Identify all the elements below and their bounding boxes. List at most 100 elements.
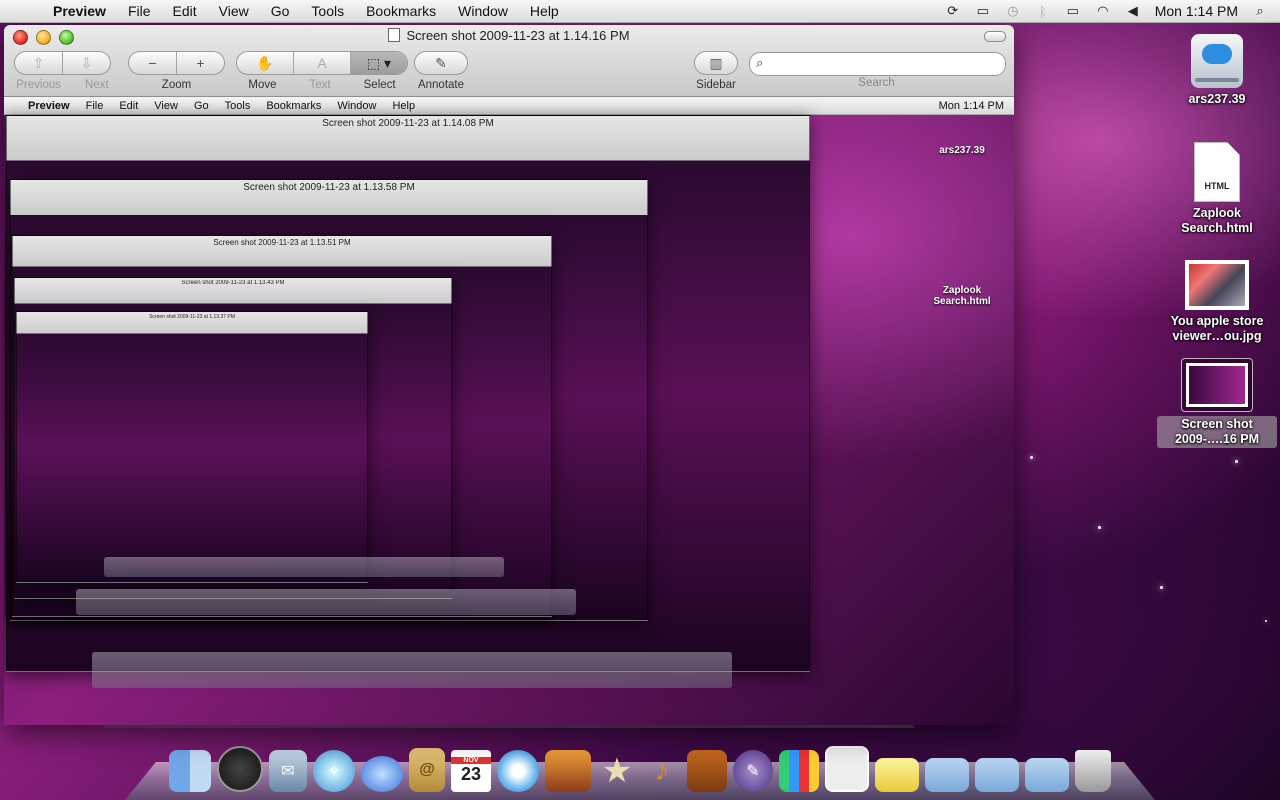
desktop-icon-label: You apple store viewer…ou.jpg bbox=[1170, 314, 1264, 343]
sidebar-label: Sidebar bbox=[696, 79, 736, 91]
nested-menu-tools: Tools bbox=[224, 99, 251, 112]
desktop-icon-label: ars237.39 bbox=[1188, 92, 1246, 106]
pages-icon[interactable]: ✎ bbox=[733, 750, 773, 792]
nested-menu-help: Help bbox=[392, 99, 416, 112]
nested-menu-file: File bbox=[85, 99, 104, 112]
ichat-icon[interactable] bbox=[361, 756, 403, 792]
zoom-out-button[interactable]: − bbox=[129, 52, 177, 74]
numbers-icon[interactable] bbox=[779, 750, 819, 792]
desktop-icon-screenshot[interactable]: Screen shot 2009-….16 PM bbox=[1157, 358, 1277, 448]
ical-icon[interactable]: NOV 23 bbox=[451, 750, 491, 792]
desktop-icon-drive[interactable]: ars237.39 bbox=[1157, 34, 1277, 107]
menu-view[interactable]: View bbox=[208, 3, 260, 19]
mail-icon[interactable]: ✉ bbox=[269, 750, 307, 792]
text-tool-button[interactable]: A bbox=[294, 52, 351, 74]
annotate-label: Annotate bbox=[417, 79, 465, 91]
desktop-icon-html[interactable]: HTML Zaplook Search.html bbox=[1157, 142, 1277, 236]
nested-menu-clock: Mon 1:14 PM bbox=[938, 99, 1004, 112]
menu-tools[interactable]: Tools bbox=[300, 3, 355, 19]
nested-window-5: Screen shot 2009-11-23 at 1.13.37 PM bbox=[16, 311, 368, 583]
nested-window-title: Screen shot 2009-11-23 at 1.13.37 PM bbox=[149, 314, 235, 320]
next-button[interactable]: ⇩ bbox=[63, 52, 110, 74]
nested-window-title: Screen shot 2009-11-23 at 1.14.08 PM bbox=[322, 118, 494, 129]
volume-icon[interactable]: ◀ bbox=[1125, 3, 1141, 18]
nav-group: ⇧ ⇩ Previous Next bbox=[14, 51, 111, 91]
folder-icon[interactable] bbox=[1025, 758, 1069, 792]
sidebar-group: ▥ Sidebar bbox=[694, 51, 738, 91]
nested-window-title: Screen shot 2009-11-23 at 1.13.51 PM bbox=[213, 238, 351, 247]
nested-window-title: Screen shot 2009-11-23 at 1.13.58 PM bbox=[243, 182, 415, 193]
time-machine-icon[interactable]: ◷ bbox=[1005, 3, 1021, 18]
search-input[interactable]: ⌕ bbox=[749, 52, 1006, 76]
annotate-group: ✎ Annotate bbox=[414, 51, 468, 91]
address-book-icon[interactable]: @ bbox=[409, 748, 445, 792]
nested-menu-app: Preview bbox=[28, 99, 70, 112]
html-file-icon: HTML bbox=[1194, 142, 1240, 202]
menu-window[interactable]: Window bbox=[447, 3, 519, 19]
nested-menu-window: Window bbox=[337, 99, 377, 112]
desktop-icon-label: Zaplook Search.html bbox=[1181, 206, 1253, 235]
nested-menu-bar: Preview File Edit View Go Tools Bookmark… bbox=[4, 97, 1014, 115]
sync-icon[interactable]: ⟳ bbox=[945, 3, 961, 18]
downloads-folder-icon[interactable] bbox=[875, 758, 919, 792]
photo-thumbnail-icon bbox=[1185, 260, 1249, 310]
preview-icon[interactable] bbox=[825, 746, 869, 792]
desktop-icon-photo[interactable]: You apple store viewer…ou.jpg bbox=[1157, 260, 1277, 344]
previous-button[interactable]: ⇧ bbox=[15, 52, 63, 74]
search-label: Search bbox=[858, 77, 895, 89]
nested-menu-go: Go bbox=[193, 99, 209, 112]
tools-group: ✋ A ⬚ ▾ Move Text Select bbox=[236, 51, 408, 91]
menu-file[interactable]: File bbox=[117, 3, 162, 19]
itunes-icon[interactable]: ♫ bbox=[497, 750, 539, 792]
applications-folder-icon[interactable] bbox=[925, 758, 969, 792]
previous-label: Previous bbox=[16, 79, 62, 91]
move-tool-button[interactable]: ✋ bbox=[237, 52, 294, 74]
nested-window-title: Screen shot 2009-11-23 at 1.13.43 PM bbox=[181, 280, 285, 286]
spotlight-icon[interactable]: ⌕ bbox=[1252, 3, 1268, 18]
sidebar-button[interactable]: ▥ bbox=[695, 52, 737, 74]
screenshot-content: Preview File Edit View Go Tools Bookmark… bbox=[4, 97, 1014, 725]
move-label: Move bbox=[248, 79, 277, 91]
search-icon: ⌕ bbox=[756, 55, 764, 70]
toolbar-toggle-button[interactable] bbox=[984, 31, 1006, 42]
nested-menu-view: View bbox=[154, 99, 178, 112]
keynote-icon[interactable] bbox=[687, 750, 727, 792]
select-tool-button[interactable]: ⬚ ▾ bbox=[351, 52, 407, 74]
documents-folder-icon[interactable] bbox=[975, 758, 1019, 792]
screenshot-thumbnail-icon bbox=[1186, 363, 1248, 407]
nested-menu-edit: Edit bbox=[119, 99, 139, 112]
finder-icon[interactable] bbox=[169, 750, 211, 792]
next-label: Next bbox=[85, 79, 109, 91]
bluetooth-icon[interactable]: ᛒ bbox=[1035, 4, 1051, 19]
dashboard-icon[interactable] bbox=[217, 746, 263, 792]
imovie-icon[interactable]: ★ bbox=[597, 750, 637, 792]
window-titlebar[interactable]: Screen shot 2009-11-23 at 1.14.16 PM ⇧ ⇩… bbox=[4, 25, 1014, 97]
menu-bar: Preview File Edit View Go Tools Bookmark… bbox=[0, 0, 1280, 23]
dock: ✉ ✧ @ NOV 23 ♫ ★ ♪ ✎ bbox=[125, 730, 1155, 800]
iphoto-icon[interactable] bbox=[545, 750, 591, 792]
menu-help[interactable]: Help bbox=[519, 3, 570, 19]
drive-icon bbox=[1191, 34, 1243, 88]
nested-desktop-label: ars237.39 bbox=[939, 145, 985, 156]
menu-bookmarks[interactable]: Bookmarks bbox=[355, 3, 447, 19]
zoom-in-button[interactable]: + bbox=[177, 52, 224, 74]
annotate-button[interactable]: ✎ bbox=[415, 52, 467, 74]
nested-dock bbox=[76, 589, 576, 615]
zoom-label: Zoom bbox=[161, 79, 192, 91]
trash-icon[interactable] bbox=[1075, 750, 1111, 792]
garageband-icon[interactable]: ♪ bbox=[643, 750, 681, 792]
wifi-icon[interactable]: ◠ bbox=[1095, 3, 1111, 18]
menu-clock[interactable]: Mon 1:14 PM bbox=[1155, 3, 1238, 19]
nested-desktop-label: Zaplook Search.html bbox=[933, 285, 991, 307]
battery-icon[interactable]: ▭ bbox=[1065, 3, 1081, 18]
safari-icon[interactable]: ✧ bbox=[313, 750, 355, 792]
nested-dock bbox=[92, 652, 732, 688]
display-icon[interactable]: ▭ bbox=[975, 3, 991, 18]
menu-app-name[interactable]: Preview bbox=[42, 3, 117, 19]
menu-go[interactable]: Go bbox=[260, 3, 301, 19]
preview-window: Screen shot 2009-11-23 at 1.14.16 PM ⇧ ⇩… bbox=[4, 25, 1014, 725]
window-title: Screen shot 2009-11-23 at 1.14.16 PM bbox=[4, 28, 1014, 43]
nested-dock bbox=[104, 557, 504, 577]
text-label: Text bbox=[309, 79, 331, 91]
menu-edit[interactable]: Edit bbox=[162, 3, 208, 19]
